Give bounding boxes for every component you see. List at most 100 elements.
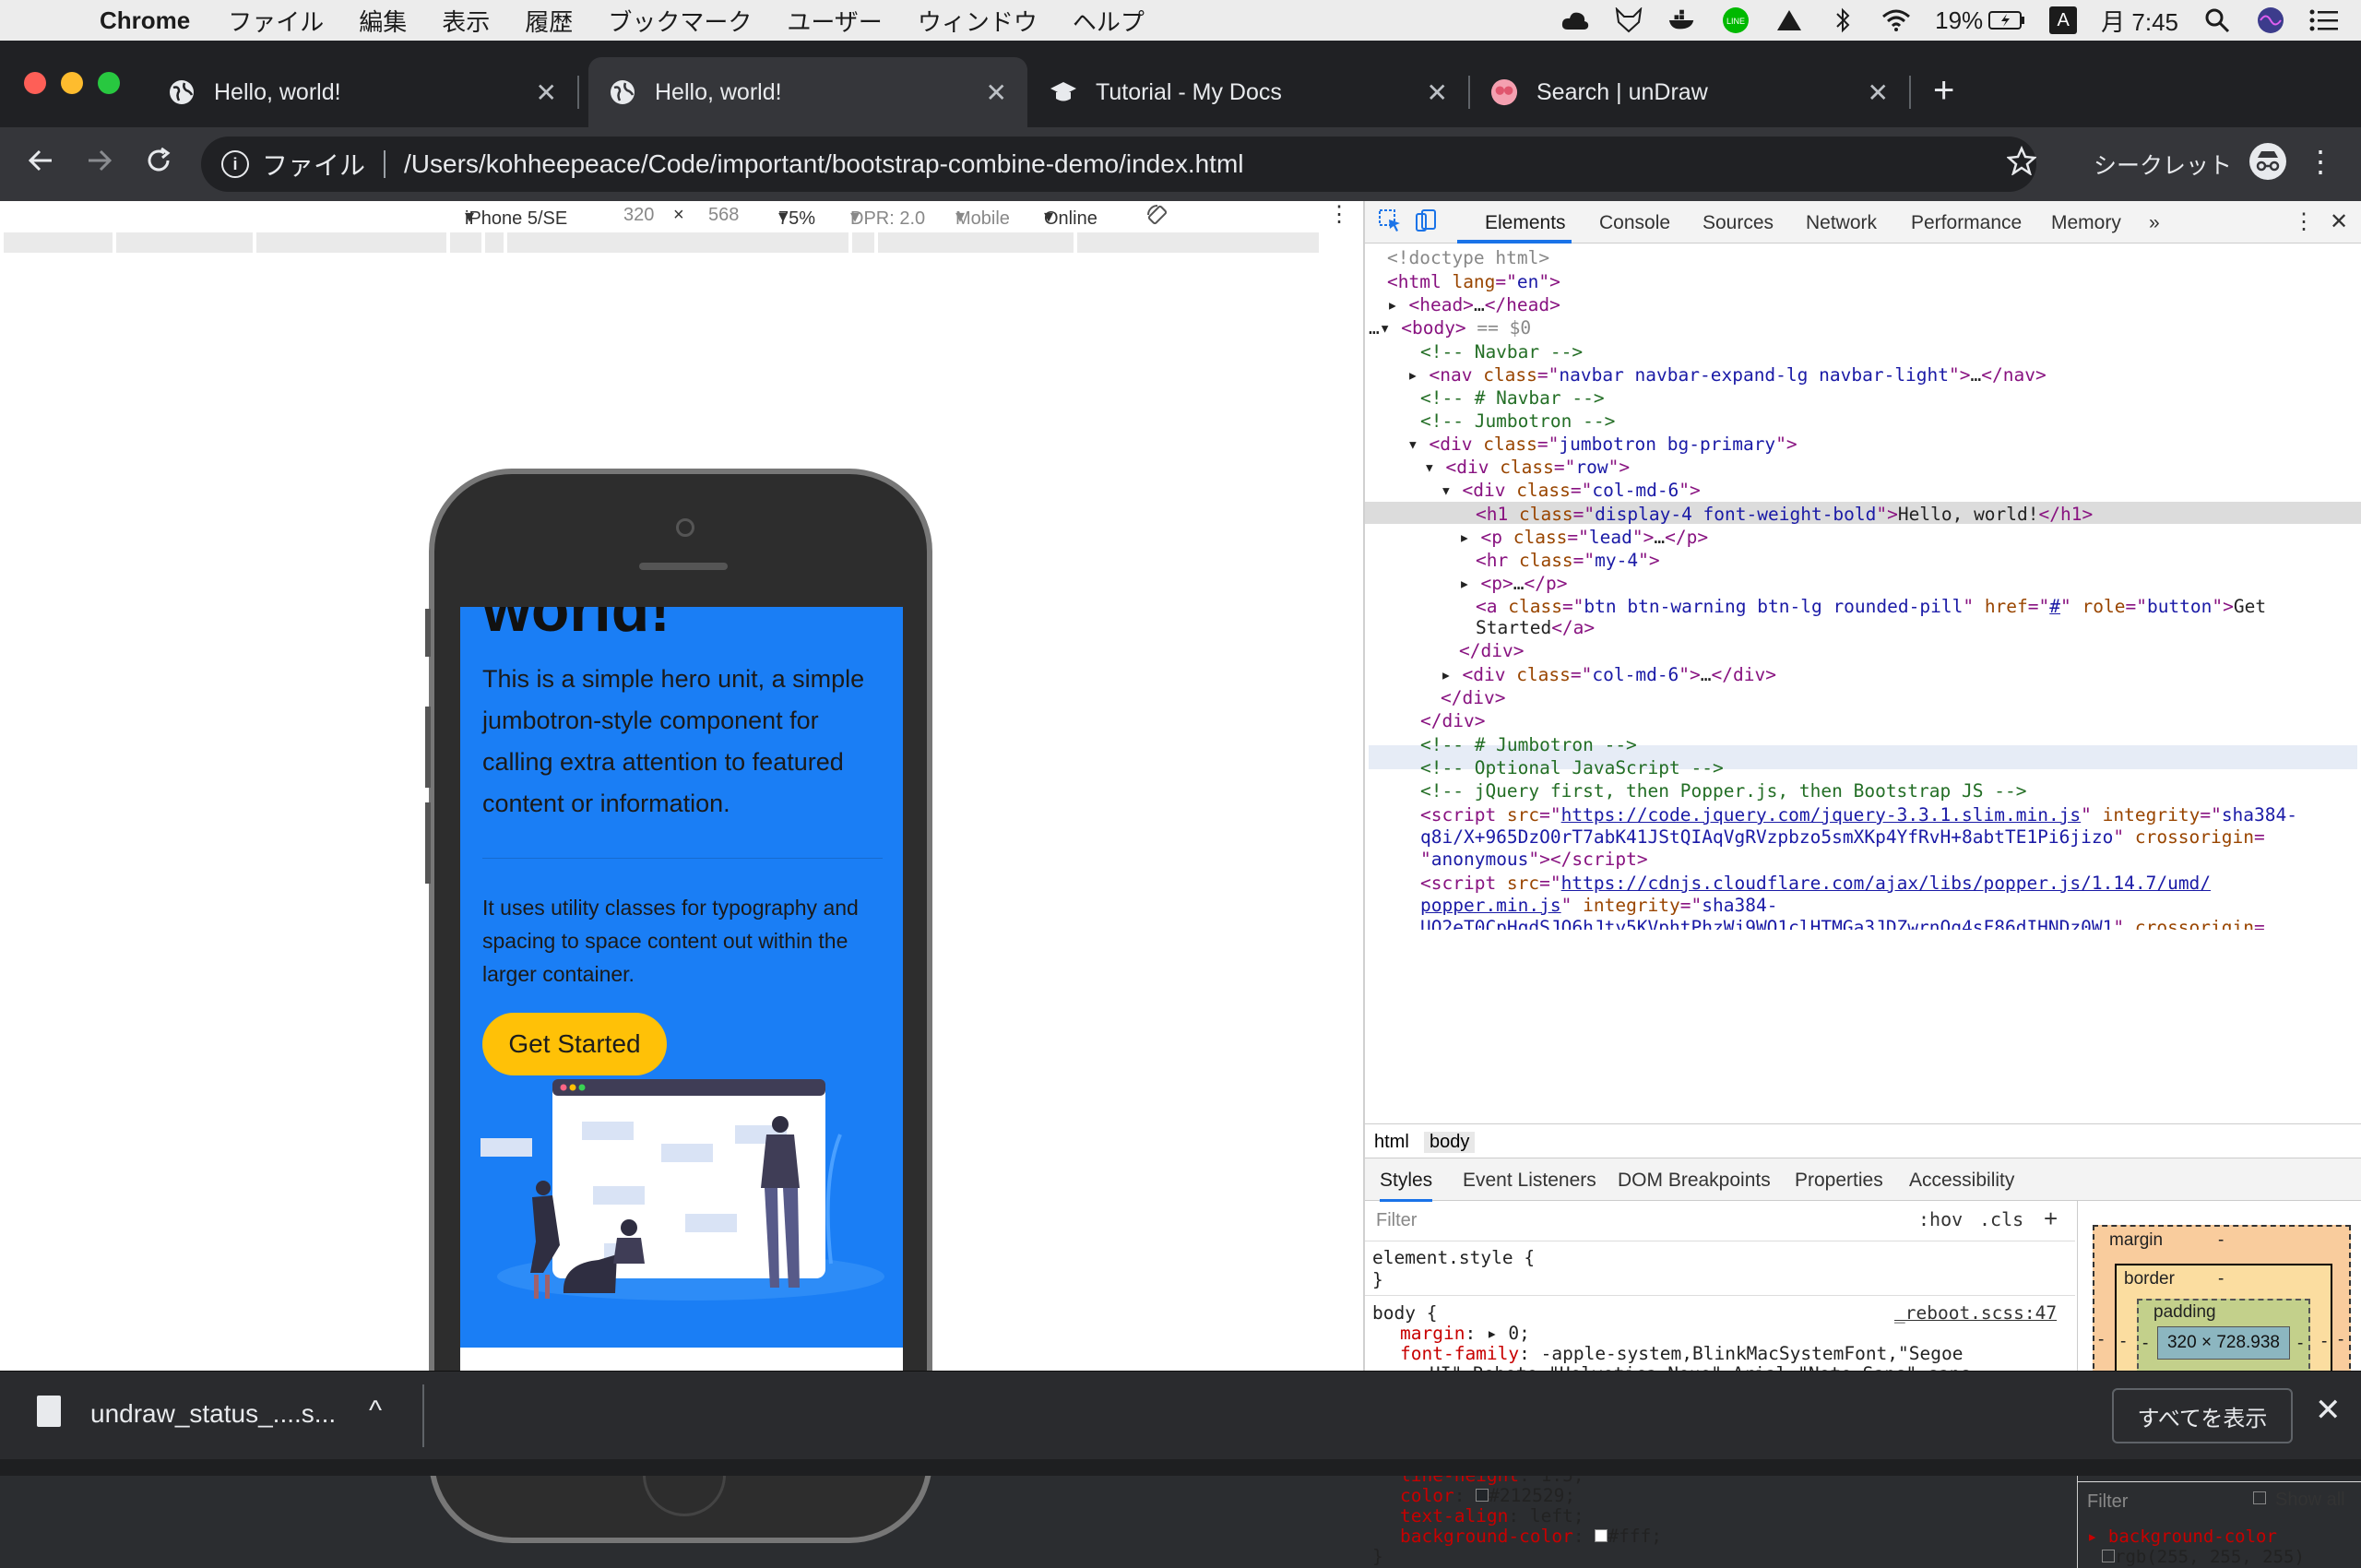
subtab-accessibility[interactable]: Accessibility bbox=[1909, 1170, 2014, 1192]
breadcrumb-html[interactable]: html bbox=[1369, 1132, 1415, 1153]
tab-memory[interactable]: Memory bbox=[2051, 212, 2121, 234]
hov-toggle[interactable]: :hov bbox=[1918, 1208, 1963, 1230]
back-arrow-icon[interactable] bbox=[11, 147, 70, 183]
menu-bookmarks[interactable]: ブックマーク bbox=[590, 4, 769, 38]
device-mode-toggle-icon[interactable] bbox=[1415, 208, 1437, 238]
computed-filter-input[interactable]: Filter bbox=[2087, 1491, 2128, 1513]
tab-close-icon[interactable]: ✕ bbox=[536, 77, 557, 108]
tab-search-undraw[interactable]: Search | unDraw ✕ bbox=[1470, 57, 1911, 127]
get-started-button[interactable]: Get Started bbox=[482, 1013, 667, 1075]
menu-history[interactable]: 履歴 bbox=[507, 4, 590, 38]
dom-node[interactable]: <!-- # Navbar --> bbox=[1420, 387, 1605, 409]
dom-node[interactable]: <!-- Navbar --> bbox=[1420, 341, 1583, 362]
dom-node[interactable]: ▾ <div class="jumbotron bg-primary"> bbox=[1407, 434, 1797, 455]
subtab-event-listeners[interactable]: Event Listeners bbox=[1463, 1170, 1596, 1192]
fox-icon[interactable] bbox=[1614, 6, 1643, 35]
notification-center-icon[interactable] bbox=[2309, 6, 2339, 35]
tab-hello-world-active[interactable]: Hello, world! ✕ bbox=[588, 57, 1027, 127]
incognito-indicator[interactable]: シークレット bbox=[2094, 127, 2287, 201]
tab-performance[interactable]: Performance bbox=[1911, 212, 2022, 234]
devtools-menu-icon[interactable]: ⋮ bbox=[2293, 208, 2315, 235]
device-select[interactable]: iPhone 5/SE ▾ bbox=[465, 205, 567, 229]
dom-node[interactable]: <!-- jQuery first, then Popper.js, then … bbox=[1420, 780, 2026, 802]
wifi-icon[interactable] bbox=[1881, 6, 1911, 35]
tab-close-icon[interactable]: ✕ bbox=[1427, 77, 1448, 108]
inspect-element-icon[interactable] bbox=[1378, 208, 1402, 238]
dom-node-body-selected[interactable]: …▾ <body> == $0 bbox=[1369, 317, 1531, 339]
chrome-menu-icon[interactable]: ⋮ bbox=[2306, 144, 2335, 179]
reload-icon[interactable] bbox=[129, 147, 188, 183]
box-model-content[interactable]: 320 × 728.938 bbox=[2157, 1326, 2290, 1360]
dom-node[interactable]: <script src="https://cdnjs.cloudflare.co… bbox=[1420, 873, 2211, 894]
dom-node[interactable]: <!-- Jumbotron --> bbox=[1420, 410, 1615, 432]
battery-status[interactable]: 19% bbox=[1935, 6, 2025, 35]
dom-node[interactable]: ▸ <head>…</head> bbox=[1387, 294, 1560, 315]
tab-tutorial-my-docs[interactable]: Tutorial - My Docs ✕ bbox=[1029, 57, 1470, 127]
network-throttle-select[interactable]: Online ▾ bbox=[1044, 205, 1097, 229]
tab-close-icon[interactable]: ✕ bbox=[1868, 77, 1889, 108]
tab-close-icon[interactable]: ✕ bbox=[986, 77, 1007, 108]
window-minimize-button[interactable] bbox=[61, 72, 83, 94]
drive-icon[interactable] bbox=[1774, 6, 1804, 35]
breadcrumb-body[interactable]: body bbox=[1424, 1132, 1476, 1153]
menu-file[interactable]: ファイル bbox=[210, 4, 341, 38]
zoom-select[interactable]: 75% ▾ bbox=[778, 205, 815, 229]
forward-arrow-icon[interactable] bbox=[70, 147, 129, 183]
device-toolbar-menu-icon[interactable]: ⋮ bbox=[1328, 201, 1350, 228]
rotate-icon[interactable] bbox=[1145, 203, 1169, 232]
bluetooth-icon[interactable] bbox=[1828, 6, 1857, 35]
address-bar[interactable]: i ファイル /Users/kohheepeace/Code/important… bbox=[201, 137, 2037, 192]
css-decl[interactable]: margin: ▸ 0; bbox=[1400, 1323, 1530, 1344]
window-close-button[interactable] bbox=[24, 72, 46, 94]
css-decl[interactable]: font-family: -apple-system,BlinkMacSyste… bbox=[1400, 1343, 1963, 1364]
bookmark-star-icon[interactable] bbox=[2006, 145, 2037, 184]
dom-node[interactable]: ▾ <div class="col-md-6"> bbox=[1441, 480, 1701, 501]
dom-node[interactable]: q8i/X+965DzO0rT7abK41JStQIAqVgRVzpbzo5sm… bbox=[1420, 826, 2265, 848]
dom-node[interactable]: ▸ <p class="lead">…</p> bbox=[1459, 527, 1708, 548]
dom-node[interactable]: ▾ <div class="row"> bbox=[1424, 457, 1630, 478]
dom-node[interactable]: <html lang="en"> bbox=[1387, 271, 1560, 292]
dom-node[interactable]: <!doctype html> bbox=[1387, 247, 1549, 268]
show-all-checkbox[interactable] bbox=[2253, 1491, 2266, 1504]
dom-node[interactable]: <h1 class="display-4 font-weight-bold">H… bbox=[1476, 504, 2093, 525]
spotlight-search-icon[interactable] bbox=[2202, 6, 2232, 35]
computed-prop[interactable]: ▸ background-color bbox=[2087, 1526, 2277, 1547]
tab-network[interactable]: Network bbox=[1806, 212, 1877, 234]
dom-node[interactable]: <hr class="my-4"> bbox=[1476, 550, 1660, 571]
dom-node[interactable]: UO2eT0CpHqdSJQ6hJty5KVphtPhzWj9WO1clHTMG… bbox=[1420, 917, 2265, 930]
menubar-clock[interactable]: 月 7:45 bbox=[2101, 4, 2178, 38]
url-text[interactable]: /Users/kohheepeace/Code/important/bootst… bbox=[404, 149, 1243, 179]
dom-node[interactable]: "anonymous"></script> bbox=[1420, 849, 1648, 870]
tab-hello-world-1[interactable]: Hello, world! ✕ bbox=[148, 57, 579, 127]
show-all-downloads-button[interactable]: すべてを表示 bbox=[2112, 1388, 2293, 1443]
dom-node[interactable]: </div> bbox=[1441, 687, 1505, 708]
info-icon[interactable]: i bbox=[221, 150, 249, 178]
tab-console[interactable]: Console bbox=[1599, 212, 1670, 234]
media-query-bar[interactable] bbox=[4, 232, 1358, 253]
element-style-rule[interactable]: element.style { bbox=[1372, 1247, 1535, 1268]
window-zoom-button[interactable] bbox=[98, 72, 120, 94]
more-tabs-icon[interactable]: » bbox=[2149, 212, 2160, 234]
device-width-input[interactable]: 320 bbox=[623, 205, 654, 226]
dom-node[interactable]: ▸ <p>…</p> bbox=[1459, 573, 1567, 594]
menu-window[interactable]: ウィンドウ bbox=[900, 4, 1055, 38]
dom-node[interactable]: <!-- Optional JavaScript --> bbox=[1420, 757, 1724, 778]
dom-node[interactable]: </div> bbox=[1420, 710, 1485, 731]
subtab-styles[interactable]: Styles bbox=[1380, 1170, 1433, 1202]
input-source-indicator[interactable]: A bbox=[2049, 6, 2078, 34]
menu-people[interactable]: ユーザー bbox=[769, 4, 899, 38]
subtab-properties[interactable]: Properties bbox=[1795, 1170, 1883, 1192]
dom-tree[interactable]: <!doctype html> <html lang="en"> ▸ <head… bbox=[1365, 244, 2361, 1120]
download-filename[interactable]: undraw_status_....s... bbox=[90, 1399, 336, 1429]
device-height-input[interactable]: 568 bbox=[708, 205, 739, 226]
styles-filter-input[interactable]: Filter bbox=[1376, 1210, 1417, 1231]
line-icon[interactable]: LINE bbox=[1721, 6, 1750, 35]
new-tab-icon[interactable]: + bbox=[1933, 70, 1954, 112]
body-rule-selector[interactable]: body { bbox=[1372, 1302, 1437, 1324]
cloud-icon[interactable] bbox=[1560, 6, 1590, 35]
dpr-select[interactable]: DPR: 2.0 ▾ bbox=[850, 205, 925, 229]
dom-node[interactable]: </div> bbox=[1459, 640, 1524, 661]
devtools-close-icon[interactable]: ✕ bbox=[2330, 208, 2348, 235]
new-style-rule-icon[interactable]: + bbox=[2044, 1205, 2058, 1233]
tab-sources[interactable]: Sources bbox=[1703, 212, 1774, 234]
